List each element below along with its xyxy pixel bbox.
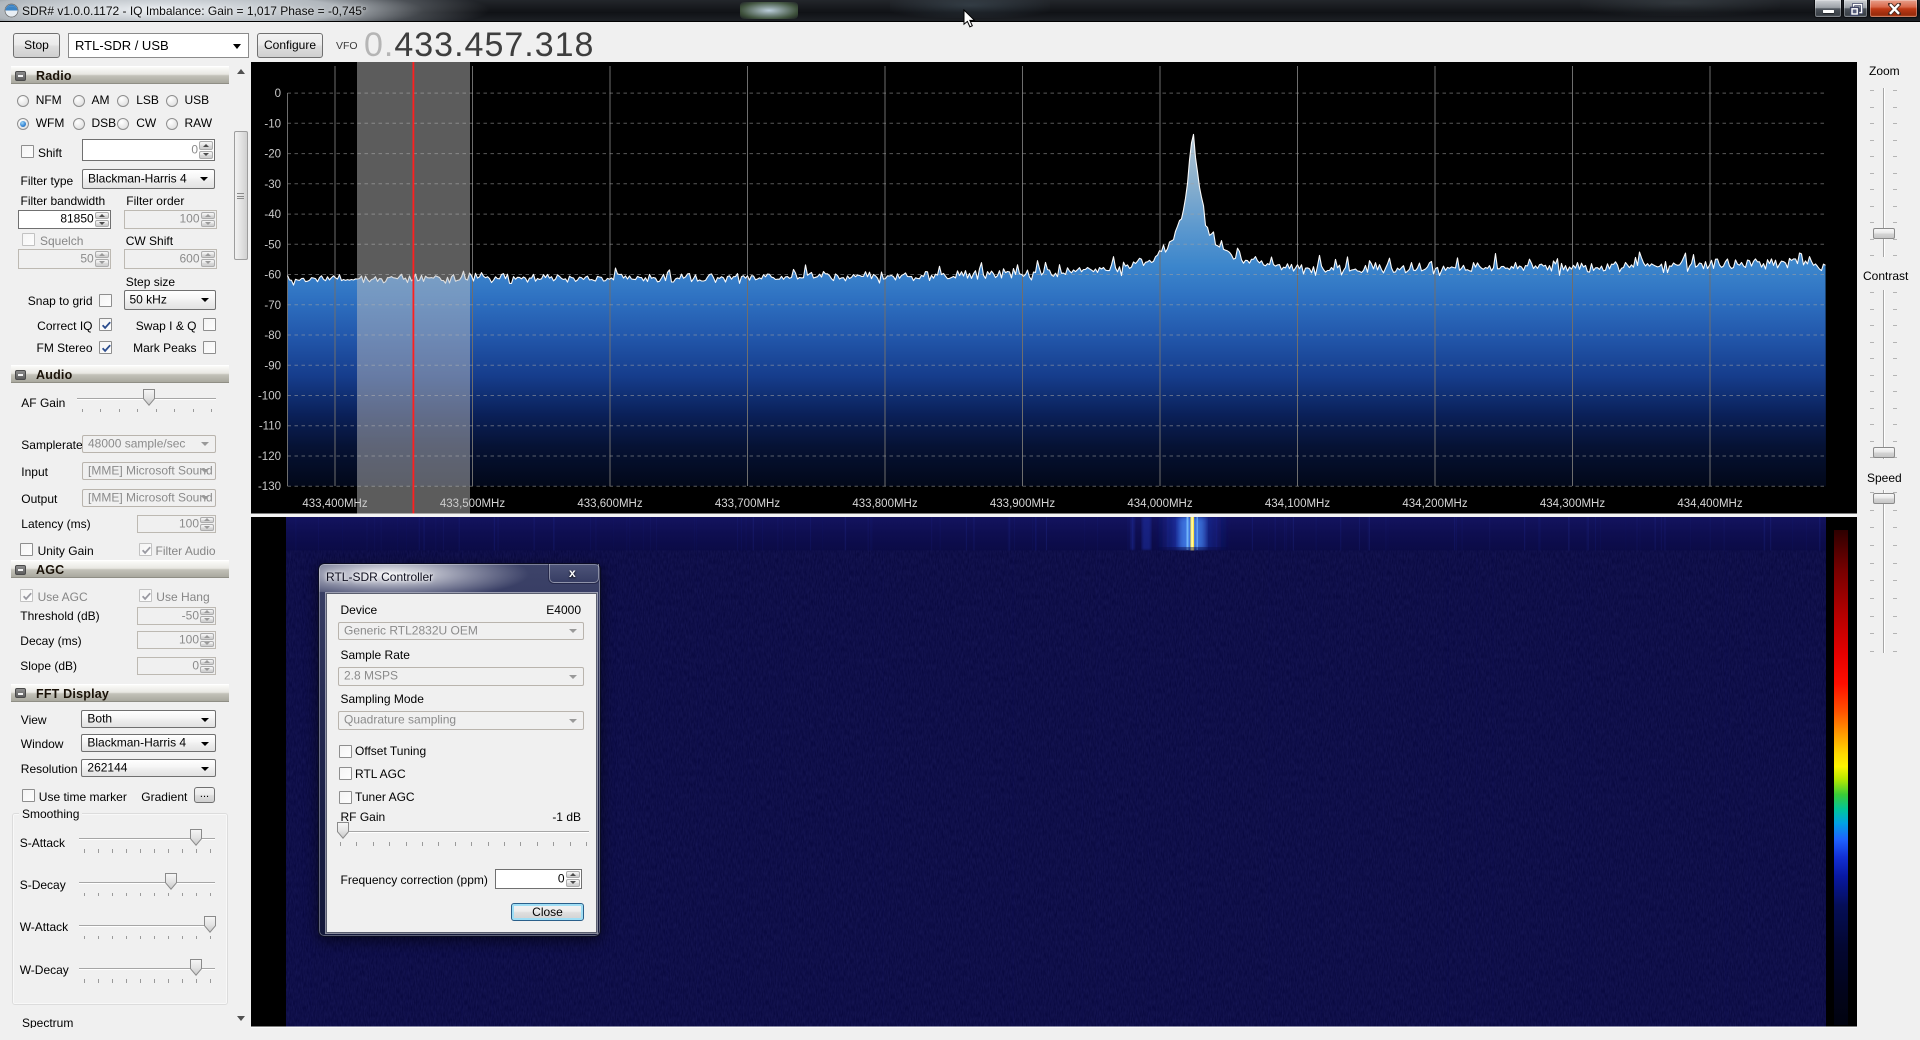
svg-text:0: 0 <box>275 88 281 100</box>
svg-text:434,000MHz: 434,000MHz <box>1127 498 1192 510</box>
svg-text:-30: -30 <box>264 179 281 191</box>
svg-text:434,200MHz: 434,200MHz <box>1402 498 1467 510</box>
svg-text:433,900MHz: 433,900MHz <box>990 498 1055 510</box>
svg-text:-40: -40 <box>264 209 281 221</box>
svg-text:-110: -110 <box>259 421 281 433</box>
svg-text:433,800MHz: 433,800MHz <box>852 498 917 510</box>
svg-text:-70: -70 <box>264 300 281 312</box>
svg-text:433,600MHz: 433,600MHz <box>577 498 642 510</box>
svg-text:-60: -60 <box>264 270 281 282</box>
svg-text:434,100MHz: 434,100MHz <box>1265 498 1330 510</box>
svg-text:434,300MHz: 434,300MHz <box>1540 498 1605 510</box>
svg-text:-130: -130 <box>258 481 281 493</box>
svg-text:-120: -120 <box>258 451 281 463</box>
svg-text:433,700MHz: 433,700MHz <box>715 498 780 510</box>
svg-text:-20: -20 <box>264 149 281 161</box>
svg-text:-80: -80 <box>264 330 281 342</box>
svg-text:-100: -100 <box>258 391 281 403</box>
svg-text:-10: -10 <box>264 118 281 130</box>
svg-text:-90: -90 <box>264 360 281 372</box>
svg-text:434,400MHz: 434,400MHz <box>1677 498 1742 510</box>
svg-text:-50: -50 <box>264 239 281 251</box>
